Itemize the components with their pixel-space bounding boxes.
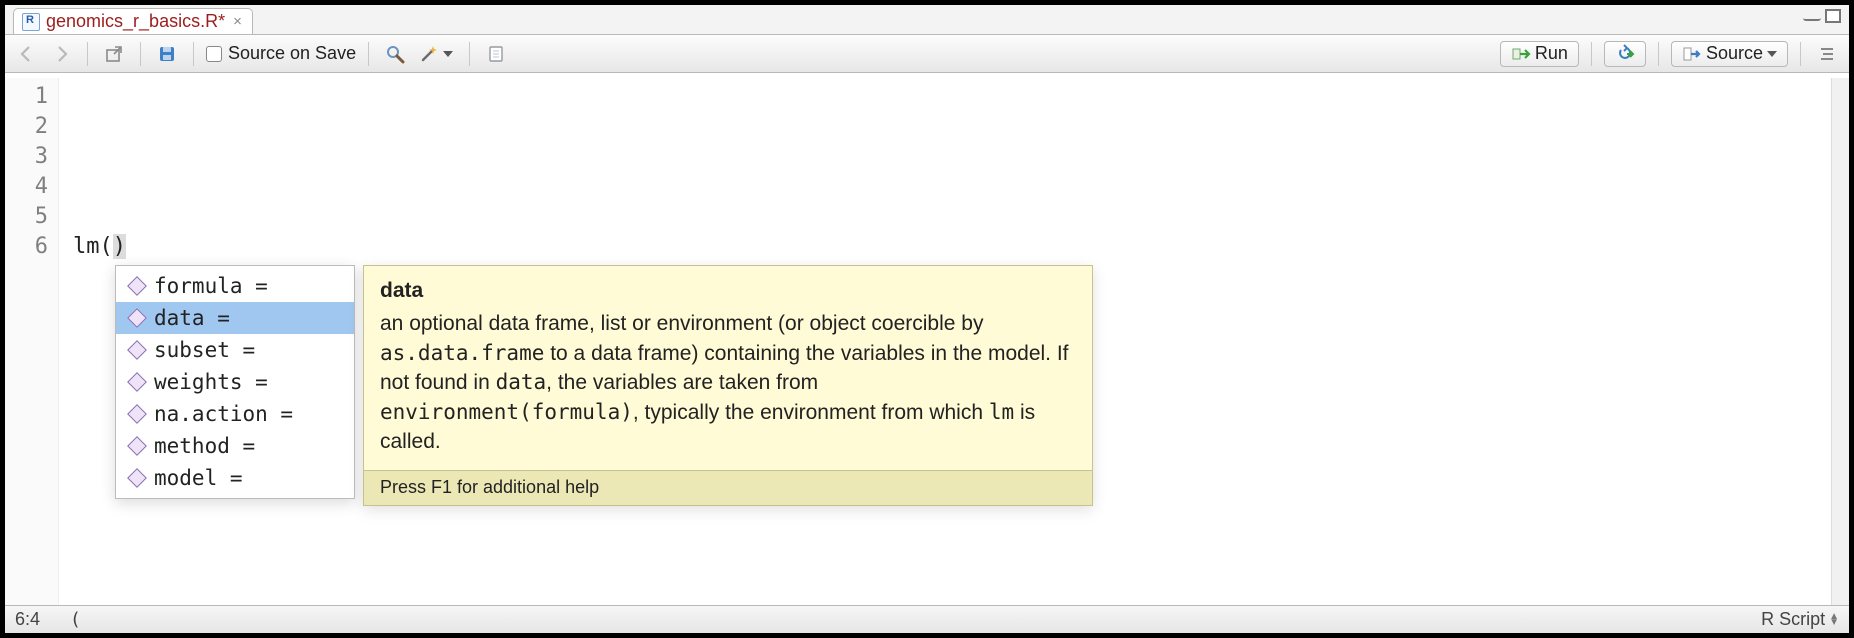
show-in-new-window-button[interactable] (100, 41, 128, 67)
run-button[interactable]: Run (1500, 41, 1579, 67)
matched-paren: ) (113, 234, 126, 259)
autocomplete-label: method = (154, 434, 268, 458)
code-line (73, 172, 1849, 202)
chevron-down-icon (443, 51, 453, 57)
arrow-left-icon (17, 44, 37, 64)
source-on-save-label: Source on Save (228, 43, 356, 64)
nav-forward-button[interactable] (47, 41, 75, 67)
autocomplete-label: na.action = (154, 402, 306, 426)
run-label: Run (1535, 43, 1568, 64)
rerun-button[interactable] (1604, 41, 1646, 67)
code-line (73, 142, 1849, 172)
maximize-pane-icon[interactable] (1825, 9, 1841, 23)
autocomplete-label: formula = (154, 274, 280, 298)
vertical-scrollbar[interactable] (1831, 78, 1849, 605)
line-number: 5 (5, 202, 48, 232)
chevron-down-icon (1767, 51, 1777, 57)
autocomplete-item[interactable]: weights = (116, 366, 354, 398)
argument-icon (127, 372, 147, 392)
popout-icon (104, 44, 124, 64)
argument-icon (127, 404, 147, 424)
autocomplete-label: subset = (154, 338, 268, 362)
close-tab-icon[interactable]: × (231, 13, 244, 30)
magic-wand-icon (419, 44, 439, 64)
tooltip-title: data (380, 276, 1076, 305)
nav-back-button[interactable] (13, 41, 41, 67)
find-replace-button[interactable] (381, 41, 409, 67)
argument-icon (127, 468, 147, 488)
autocomplete-item[interactable]: subset = (116, 334, 354, 366)
line-number: 1 (5, 82, 48, 112)
code-line: lm() (73, 232, 1849, 262)
code-context[interactable]: ( (70, 609, 81, 630)
argument-icon (127, 308, 147, 328)
line-gutter: 1 2 3 4 5 6 (5, 78, 59, 605)
line-number: 3 (5, 142, 48, 172)
source-button[interactable]: Source (1671, 41, 1788, 67)
toolbar-separator (1591, 42, 1592, 66)
toolbar-separator (469, 42, 470, 66)
language-mode[interactable]: R Script (1761, 609, 1825, 630)
cursor-position: 6:4 (15, 609, 40, 630)
magnifier-icon (385, 44, 405, 64)
toolbar-separator (368, 42, 369, 66)
help-tooltip: data an optional data frame, list or env… (363, 265, 1093, 506)
file-name: genomics_r_basics.R* (46, 11, 225, 32)
code-line (73, 202, 1849, 232)
source-label: Source (1706, 43, 1763, 64)
autocomplete-item[interactable]: formula = (116, 270, 354, 302)
minimize-pane-icon[interactable] (1803, 11, 1821, 21)
toolbar-separator (140, 42, 141, 66)
floppy-disk-icon (157, 44, 177, 64)
toolbar-separator (1800, 42, 1801, 66)
save-button[interactable] (153, 41, 181, 67)
rerun-icon (1615, 44, 1635, 64)
line-number: 4 (5, 172, 48, 202)
line-number: 6 (5, 232, 48, 262)
pane-window-controls (1803, 9, 1841, 23)
file-tab[interactable]: genomics_r_basics.R* × (13, 8, 253, 34)
argument-icon (127, 436, 147, 456)
editor-toolbar: Source on Save Run Source (5, 35, 1849, 73)
language-mode-stepper-icon[interactable]: ▲▼ (1829, 614, 1839, 626)
outline-button[interactable] (1813, 41, 1841, 67)
r-file-icon (22, 13, 40, 31)
argument-icon (127, 340, 147, 360)
code-line (73, 112, 1849, 142)
line-number: 2 (5, 112, 48, 142)
source-icon (1682, 44, 1702, 64)
arrow-right-icon (51, 44, 71, 64)
argument-icon (127, 276, 147, 296)
autocomplete-item[interactable]: na.action = (116, 398, 354, 430)
tooltip-text: an optional data frame, list or environm… (380, 309, 1076, 456)
compile-report-button[interactable] (482, 41, 510, 67)
code-line (73, 82, 1849, 112)
tooltip-footer: Press F1 for additional help (364, 470, 1092, 504)
status-bar: 6:4 ( R Script ▲▼ (5, 605, 1849, 633)
code-tools-button[interactable] (415, 41, 457, 67)
outline-icon (1817, 44, 1837, 64)
source-on-save-checkbox[interactable] (206, 46, 222, 62)
toolbar-separator (87, 42, 88, 66)
toolbar-separator (1658, 42, 1659, 66)
tooltip-body: data an optional data frame, list or env… (364, 266, 1092, 470)
autocomplete-label: weights = (154, 370, 280, 394)
notebook-icon (486, 44, 506, 64)
autocomplete-label: model = (154, 466, 255, 490)
autocomplete-label: data = (154, 306, 243, 330)
autocomplete-popup: formula = data = subset = weights = na.a… (115, 265, 355, 499)
toolbar-separator (193, 42, 194, 66)
run-icon (1511, 44, 1531, 64)
autocomplete-item[interactable]: model = (116, 462, 354, 494)
autocomplete-item[interactable]: method = (116, 430, 354, 462)
autocomplete-item[interactable]: data = (116, 302, 354, 334)
tab-bar: genomics_r_basics.R* × (5, 5, 1849, 35)
